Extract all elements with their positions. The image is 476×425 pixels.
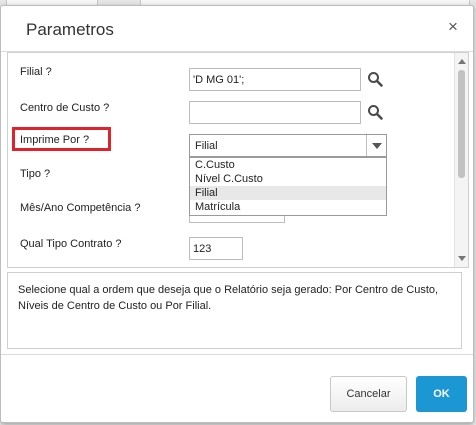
filial-search-icon[interactable] — [367, 71, 383, 87]
qual-tipo-contrato-input[interactable]: 123 — [189, 237, 243, 260]
imprime-por-selected-value: Filial — [195, 140, 218, 152]
centro-custo-label: Centro de Custo ? — [20, 102, 110, 114]
tipo-label: Tipo ? — [20, 168, 51, 180]
dialog-header: Parametros × — [1, 6, 473, 52]
scroll-thumb[interactable] — [458, 70, 465, 178]
centro-custo-search-icon[interactable] — [367, 104, 383, 120]
dialog-footer: Cancelar OK — [1, 354, 473, 422]
scroll-down-icon[interactable] — [458, 256, 466, 261]
chevron-down-icon[interactable] — [366, 135, 386, 156]
ok-button[interactable]: OK — [416, 376, 467, 412]
imprime-por-dropdown: C.Custo Nível C.Custo Filial Matrícula — [189, 157, 387, 216]
imprime-por-select[interactable]: Filial — [189, 134, 387, 157]
filial-label: Filial ? — [20, 66, 52, 78]
help-text-box: Selecione qual a ordem que deseja que o … — [7, 272, 462, 349]
imprime-por-label: Imprime Por ? — [20, 134, 90, 146]
close-icon[interactable]: × — [445, 18, 461, 35]
qual-tipo-contrato-label: Qual Tipo Contrato ? — [20, 238, 122, 250]
dropdown-option-matricula[interactable]: Matrícula — [190, 200, 386, 214]
dropdown-option-nivel-ccusto[interactable]: Nível C.Custo — [190, 172, 386, 186]
form-scrollbar[interactable] — [454, 53, 468, 267]
scroll-up-icon[interactable] — [458, 59, 466, 64]
parametros-dialog: Parametros × Filial ? 'D MG 01'; Centro … — [0, 5, 474, 423]
dropdown-option-filial[interactable]: Filial — [190, 186, 386, 200]
centro-custo-input[interactable] — [189, 101, 361, 124]
dialog-title: Parametros — [26, 20, 114, 39]
mes-ano-label: Mês/Ano Competência ? — [20, 202, 141, 214]
dropdown-option-ccusto[interactable]: C.Custo — [190, 158, 386, 172]
filial-input[interactable]: 'D MG 01'; — [189, 68, 361, 91]
cancel-button[interactable]: Cancelar — [330, 376, 407, 412]
form-panel: Filial ? 'D MG 01'; Centro de Custo ? Im… — [7, 52, 469, 268]
